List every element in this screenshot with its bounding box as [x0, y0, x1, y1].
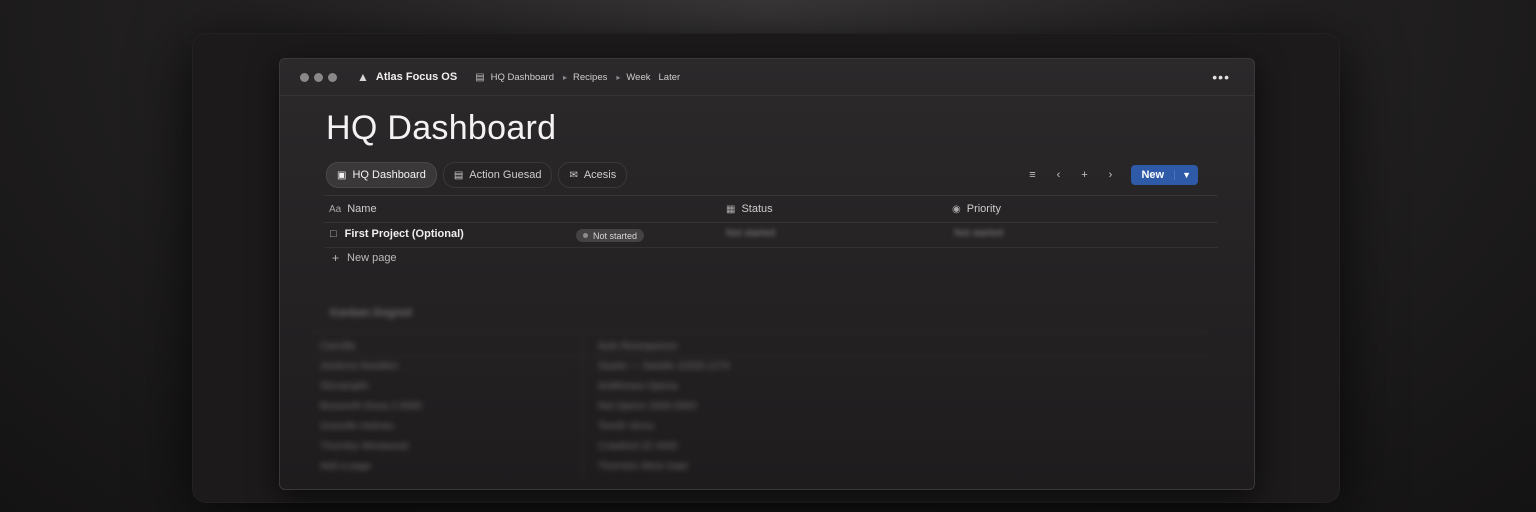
list-item[interactable]: Gravelle Holmes: [320, 417, 580, 437]
section-title: Kanban Dogred: [330, 307, 412, 319]
view-toolbar: ≡ ‹ + › New ▼: [1025, 165, 1198, 185]
status-badge[interactable]: Not started: [576, 229, 645, 242]
forward-icon[interactable]: ›: [1103, 169, 1117, 181]
database-table: Aa Name ▦ Status ◉ Priority □ First Proj…: [324, 195, 1218, 248]
list-item[interactable]: Add a page: [320, 457, 580, 477]
new-page-button[interactable]: + New page: [332, 251, 397, 265]
tab-action-guesad[interactable]: ▤ Action Guesad: [442, 162, 553, 188]
priority-cell[interactable]: Not started: [954, 228, 1003, 239]
blurred-list-right: Auto Resequence Searle — Swistle 22000.1…: [598, 337, 1198, 477]
column-label: Status: [741, 203, 773, 215]
blurred-kanban-section: Kanban Dogred Carrolla Jonterra Hewitten…: [310, 299, 1240, 489]
close-window-button[interactable]: [300, 72, 309, 82]
priority-icon: ◉: [952, 203, 961, 215]
list-item[interactable]: Not Openn 2000.0000: [598, 397, 1198, 417]
window-controls[interactable]: [300, 72, 337, 82]
tab-label: Acesis: [583, 169, 617, 181]
blurred-list-left: Carrolla Jonterra Hewitten Slovamplin Bo…: [320, 337, 580, 477]
row-name-cell[interactable]: □ First Project (Optional): [330, 228, 464, 240]
status-cell[interactable]: Not started: [726, 228, 775, 239]
minimize-window-button[interactable]: [314, 72, 323, 82]
breadcrumb-item[interactable]: Week: [626, 72, 650, 83]
table-icon: ▤: [453, 169, 464, 181]
tab-label: HQ Dashboard: [352, 169, 426, 181]
back-icon[interactable]: ‹: [1051, 169, 1065, 181]
app-name[interactable]: Atlas Focus OS: [376, 71, 457, 83]
breadcrumb-item[interactable]: Recipes: [573, 72, 607, 83]
status-badge-label: Not started: [593, 230, 638, 241]
filter-icon[interactable]: ≡: [1025, 169, 1039, 181]
breadcrumb-separator-icon: ▸: [616, 72, 621, 82]
zoom-window-button[interactable]: [328, 72, 337, 82]
inbox-icon: ✉: [569, 169, 578, 181]
more-options-icon[interactable]: •••: [1212, 69, 1230, 85]
tab-hq-dashboard[interactable]: ▣ HQ Dashboard: [326, 162, 437, 188]
app-window: ▲ Atlas Focus OS ▤ HQ Dashboard ▸ Recipe…: [279, 58, 1255, 490]
breadcrumb-separator-icon: ▸: [563, 72, 568, 82]
column-header-status[interactable]: ▦ Status: [726, 203, 773, 215]
list-item[interactable]: Slovamplin: [320, 377, 580, 397]
list-item[interactable]: Auto Resequence: [598, 337, 1198, 357]
column-header-priority[interactable]: ◉ Priority: [952, 203, 1001, 215]
column-label: Priority: [966, 203, 1001, 215]
divider: [310, 331, 1210, 332]
title-bar: ▲ Atlas Focus OS ▤ HQ Dashboard ▸ Recipe…: [280, 59, 1254, 96]
column-label: Name: [347, 203, 377, 215]
status-icon: ▦: [726, 203, 736, 215]
list-item[interactable]: Thornley Westwood: [320, 437, 580, 457]
breadcrumb-item[interactable]: HQ Dashboard: [491, 72, 554, 83]
row-title: First Project (Optional): [344, 228, 464, 240]
tab-label: Action Guesad: [469, 169, 542, 181]
tab-acesis[interactable]: ✉ Acesis: [558, 162, 628, 188]
table-row[interactable]: □ First Project (Optional) Not started N…: [324, 223, 1218, 248]
page-icon: ▤: [475, 71, 485, 83]
list-item[interactable]: Tereth Verso: [598, 417, 1198, 437]
add-icon[interactable]: +: [1077, 169, 1091, 181]
new-button-label: New: [1141, 169, 1165, 181]
status-dot-icon: [583, 233, 588, 238]
new-button[interactable]: New ▼: [1131, 165, 1198, 185]
plus-icon: +: [332, 251, 340, 265]
table-header: Aa Name ▦ Status ◉ Priority: [324, 195, 1218, 223]
view-tabs: ▣ HQ Dashboard ▤ Action Guesad ✉ Acesis: [326, 162, 628, 188]
list-item[interactable]: Thornton West Gaar: [598, 457, 1198, 477]
breadcrumb-item[interactable]: Later: [659, 72, 681, 83]
gallery-icon: ▣: [337, 169, 347, 181]
page-title: HQ Dashboard: [326, 109, 557, 147]
list-item[interactable]: Searle — Swistle 22000.1274: [598, 357, 1198, 377]
app-logo-icon: ▲: [357, 70, 369, 84]
list-item[interactable]: Carrolla: [320, 337, 580, 357]
list-item[interactable]: Jonterra Hewitten: [320, 357, 580, 377]
list-item[interactable]: Bosworth Dona 2.0000: [320, 397, 580, 417]
page-icon: □: [330, 228, 337, 240]
divider: [582, 331, 583, 481]
column-header-name[interactable]: Aa Name: [329, 203, 377, 215]
new-page-label: New page: [347, 252, 397, 264]
text-icon: Aa: [329, 203, 342, 215]
chevron-down-icon[interactable]: ▼: [1174, 170, 1198, 180]
list-item[interactable]: Crawford 22 4400: [598, 437, 1198, 457]
list-item[interactable]: Antitheses Opena: [598, 377, 1198, 397]
